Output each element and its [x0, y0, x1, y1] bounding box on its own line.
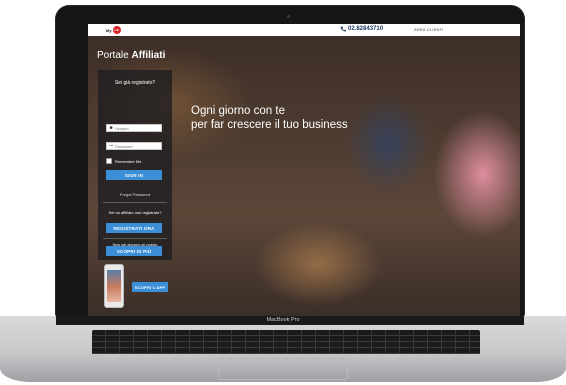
remember-label: Remember Me: [115, 158, 142, 164]
divider: [103, 238, 167, 239]
device-brand-label: MacBook Pro: [266, 317, 300, 323]
app-phone-screen: [107, 270, 121, 302]
password-field[interactable]: ⊸: [106, 142, 162, 150]
portal-title-prefix: Portale: [97, 50, 129, 61]
camera: [287, 15, 290, 18]
portal-title-strong: Affiliati: [131, 50, 166, 61]
forgot-password-link[interactable]: Forgot Password: [98, 192, 172, 197]
hero-line-2: per far crescere il tuo business: [191, 119, 348, 131]
trackpad: [218, 358, 348, 380]
password-input[interactable]: [115, 143, 161, 149]
divider: [103, 202, 167, 203]
remember-checkbox[interactable]: [106, 158, 112, 164]
laptop-screen: My Lib 02.82843710 AREA CLIENTI Portale …: [88, 24, 520, 316]
app-phone-image: [104, 264, 124, 308]
logo-text: My: [106, 27, 112, 33]
sign-in-button[interactable]: SIGN IN: [106, 170, 162, 180]
area-clienti-link[interactable]: AREA CLIENTI: [414, 27, 444, 32]
keyboard-rows: [92, 330, 480, 354]
login-panel: Sei già registrato? ■ ⊸ Remember Me SIGN…: [98, 70, 172, 260]
hero-line-1: Ogni giorno con te: [191, 105, 285, 117]
username-input[interactable]: [115, 125, 161, 131]
register-button[interactable]: REGISTRATI ORA: [106, 223, 162, 233]
discover-button[interactable]: SCOPRI DI PIÙ: [106, 246, 162, 256]
hero-text: Ogni giorno con te per far crescere il t…: [191, 104, 348, 132]
portal-title: Portale Affiliati: [97, 50, 165, 61]
site-logo[interactable]: My Lib: [106, 26, 121, 34]
logo-badge: Lib: [112, 26, 121, 34]
phone-icon: [340, 26, 346, 32]
key-icon: ⊸: [108, 143, 114, 149]
phone-number[interactable]: 02.82843710: [340, 26, 383, 32]
username-field[interactable]: ■: [106, 124, 162, 132]
discover-app-button[interactable]: SCOPRI L'APP: [132, 282, 168, 292]
login-heading: Sei già registrato?: [114, 80, 156, 86]
remember-me[interactable]: Remember Me: [106, 158, 141, 164]
top-bar: My Lib 02.82843710 AREA CLIENTI: [88, 24, 520, 36]
user-icon: ■: [109, 125, 113, 131]
phone-text: 02.82843710: [348, 26, 384, 32]
register-heading: Sei un affiliato non registrato?: [108, 210, 162, 215]
